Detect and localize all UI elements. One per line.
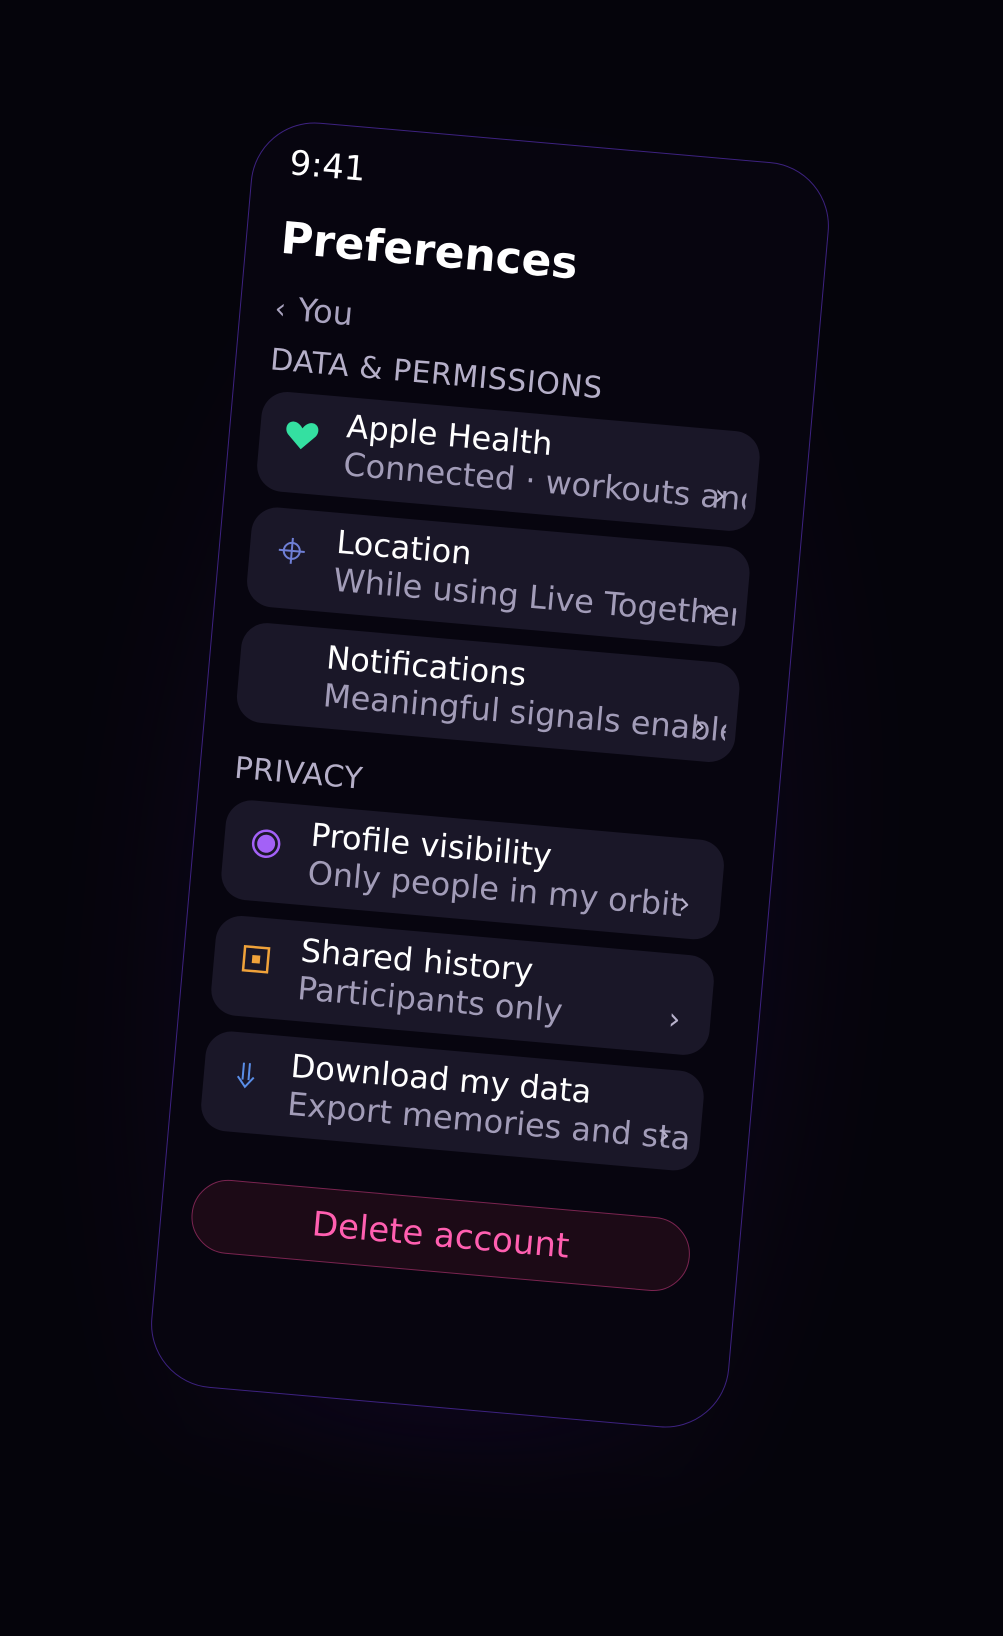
heart-icon	[280, 414, 323, 457]
delete-account-button[interactable]: Delete account	[188, 1176, 693, 1295]
row-notifications[interactable]: Notifications Meaningful signals enabled…	[234, 620, 742, 765]
row-subtitle: While using Live Together	[331, 560, 738, 634]
bell-icon	[260, 645, 303, 688]
download-icon	[224, 1053, 267, 1096]
circle-dot-icon	[244, 822, 287, 865]
section-label-privacy: PRIVACY	[233, 750, 365, 797]
page-title: Preferences	[278, 212, 580, 290]
back-label: You	[296, 290, 355, 334]
phone-frame: 9:41 Preferences ‹ You DATA & PERMISSION…	[145, 117, 835, 1433]
back-button[interactable]: ‹ You	[273, 289, 354, 334]
row-download-data[interactable]: Download my data Export memories and sta…	[199, 1029, 706, 1173]
square-dot-icon	[234, 938, 277, 981]
status-time: 9:41	[287, 143, 368, 190]
chevron-left-icon: ‹	[273, 291, 288, 325]
crosshair-icon	[270, 529, 313, 572]
